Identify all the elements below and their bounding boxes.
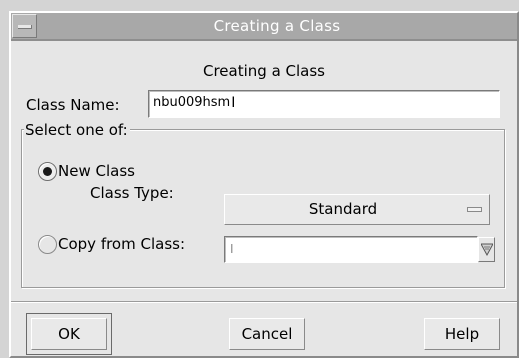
new-class-radio[interactable]	[38, 162, 57, 181]
radio-selected-dot	[43, 167, 52, 176]
title-bar[interactable]: Creating a Class	[11, 13, 517, 41]
option-menu-indicator-icon	[467, 207, 482, 212]
text-cursor-icon: I	[230, 242, 234, 256]
copy-from-class-dropdown-button[interactable]	[478, 237, 495, 262]
copy-from-class-input[interactable]: I	[224, 236, 478, 263]
class-type-option-menu[interactable]: Standard	[224, 194, 490, 225]
class-type-value: Standard	[308, 200, 378, 218]
window-menu-bar	[18, 25, 32, 29]
group-title: Select one of:	[24, 121, 130, 139]
help-button[interactable]: Help	[424, 318, 500, 350]
ok-button[interactable]: OK	[31, 318, 107, 350]
copy-from-class-label[interactable]: Copy from Class:	[58, 235, 185, 253]
class-name-input[interactable]: nbu009hsmI	[148, 90, 500, 118]
chevron-down-icon	[481, 243, 493, 257]
button-separator	[11, 301, 517, 303]
window-menu-icon[interactable]	[12, 14, 37, 38]
dialog-heading: Creating a Class	[203, 62, 325, 80]
copy-from-class-radio[interactable]	[38, 235, 57, 254]
window-title: Creating a Class	[213, 17, 341, 35]
class-type-label: Class Type:	[90, 184, 174, 202]
cancel-button[interactable]: Cancel	[229, 318, 305, 350]
text-cursor-icon: I	[231, 95, 236, 111]
class-name-value: nbu009hsm	[153, 95, 231, 110]
new-class-label[interactable]: New Class	[58, 162, 135, 180]
class-name-label: Class Name:	[26, 96, 120, 114]
dialog-window: Creating a Class Creating a Class Class …	[9, 11, 519, 358]
